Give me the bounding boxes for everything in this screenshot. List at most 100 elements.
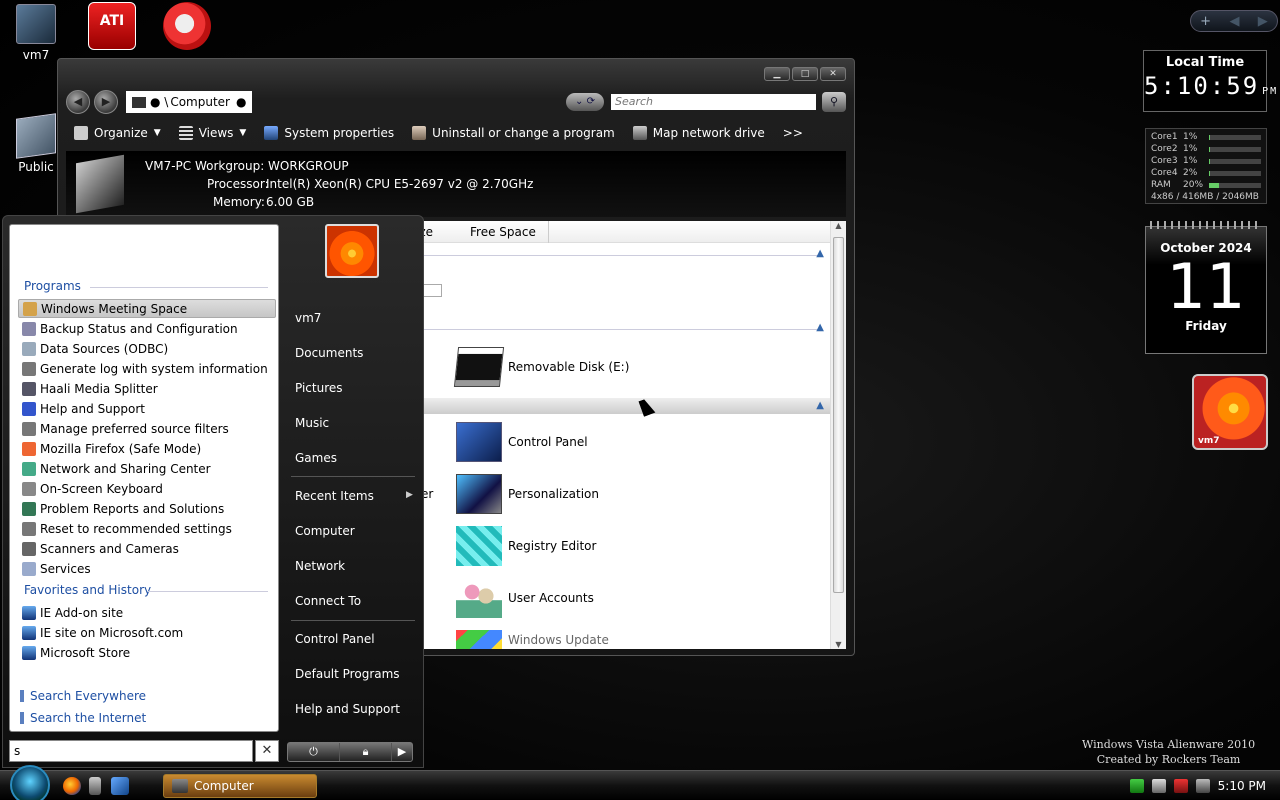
- scroll-thumb[interactable]: [833, 237, 844, 593]
- minimize-button[interactable]: ▁: [764, 67, 790, 81]
- device-tray-icon[interactable]: [1151, 779, 1166, 793]
- taskbar-button-computer[interactable]: Computer: [163, 774, 317, 798]
- clock-gadget[interactable]: Local Time 5:10:59 PM: [1143, 50, 1276, 112]
- show-desktop-icon[interactable]: [89, 777, 101, 795]
- program-item[interactable]: Reset to recommended settings: [18, 519, 276, 538]
- uninstall-program-button[interactable]: Uninstall or change a program: [412, 126, 615, 140]
- clear-search-button[interactable]: ✕: [255, 740, 279, 762]
- desktop-icon-vm7[interactable]: vm7: [0, 4, 72, 62]
- security-tray-icon[interactable]: [1173, 779, 1188, 793]
- user-picture[interactable]: [325, 224, 379, 278]
- add-gadget-icon[interactable]: +: [1200, 14, 1211, 29]
- start-button[interactable]: [10, 765, 50, 800]
- collapse-icon[interactable]: ▲: [816, 248, 824, 259]
- maximize-button[interactable]: □: [792, 67, 818, 81]
- cpu-meter-row: Core3 1%: [1151, 155, 1261, 167]
- place-default-programs[interactable]: Default Programs: [295, 667, 400, 681]
- power-icon[interactable]: ⏻: [288, 743, 340, 761]
- processor-label: Processor:: [207, 177, 269, 191]
- address-bar[interactable]: ● \ Computer ●: [126, 91, 252, 113]
- forward-button[interactable]: ▶: [94, 90, 118, 114]
- registry-editor-icon: [456, 526, 502, 566]
- program-item[interactable]: Services: [18, 559, 276, 578]
- user-tile-gadget[interactable]: vm7: [1192, 374, 1268, 450]
- place-computer[interactable]: Computer: [295, 524, 355, 538]
- cpu-meter-fill: [1209, 134, 1210, 140]
- place-user[interactable]: vm7: [295, 311, 321, 325]
- item-windows-update[interactable]: Windows Update: [456, 630, 609, 649]
- program-item[interactable]: On-Screen Keyboard: [18, 479, 276, 498]
- search-internet-link[interactable]: Search the Internet: [20, 711, 146, 725]
- previous-icon[interactable]: ◀: [1229, 14, 1239, 29]
- item-removable-disk[interactable]: Removable Disk (E:): [453, 347, 629, 387]
- favorite-item[interactable]: IE Add-on site: [18, 603, 276, 622]
- collapse-icon[interactable]: ▲: [816, 322, 824, 333]
- vertical-scrollbar[interactable]: ▲ ▼: [830, 221, 846, 649]
- back-button[interactable]: ◀: [66, 90, 90, 114]
- program-icon: [22, 481, 36, 496]
- place-music[interactable]: Music: [295, 416, 329, 430]
- favorite-item[interactable]: Microsoft Store: [18, 643, 276, 662]
- search-icon[interactable]: ⚲: [822, 92, 846, 112]
- shutdown-options-icon[interactable]: ▶: [392, 743, 412, 761]
- place-network[interactable]: Network: [295, 559, 345, 573]
- volume-muted-icon[interactable]: [1195, 779, 1210, 793]
- program-item[interactable]: Windows Meeting Space: [18, 299, 276, 318]
- favorite-item[interactable]: IE site on Microsoft.com: [18, 623, 276, 642]
- column-free-space[interactable]: Free Space: [470, 225, 536, 239]
- system-properties-label: System properties: [284, 126, 395, 140]
- place-documents[interactable]: Documents: [295, 346, 363, 360]
- item-registry-editor[interactable]: Registry Editor: [456, 526, 596, 566]
- program-item[interactable]: Data Sources (ODBC): [18, 339, 276, 358]
- program-label: Help and Support: [40, 401, 145, 416]
- scroll-up-icon[interactable]: ▲: [831, 221, 846, 230]
- place-control-panel[interactable]: Control Panel: [295, 632, 375, 646]
- program-item[interactable]: Network and Sharing Center: [18, 459, 276, 478]
- lock-icon[interactable]: 🔒︎: [340, 743, 392, 761]
- favorites-section-title: Favorites and History: [24, 583, 152, 597]
- address-dropdown-icon[interactable]: ●: [236, 95, 246, 109]
- program-item[interactable]: Help and Support: [18, 399, 276, 418]
- item-personalization[interactable]: Personalization: [456, 474, 599, 514]
- ati-radeon-icon[interactable]: ATI: [88, 2, 136, 50]
- close-button[interactable]: ✕: [820, 67, 846, 81]
- search-input[interactable]: Search: [611, 94, 816, 110]
- place-help-support[interactable]: Help and Support: [295, 702, 400, 716]
- next-icon[interactable]: ▶: [1258, 14, 1268, 29]
- network-tray-icon[interactable]: [1129, 779, 1144, 793]
- place-recent-items[interactable]: Recent Items: [295, 489, 374, 503]
- firefox-icon[interactable]: [63, 777, 81, 795]
- search-everywhere-link[interactable]: Search Everywhere: [20, 689, 146, 703]
- scroll-down-icon[interactable]: ▼: [831, 640, 846, 649]
- refresh-icon[interactable]: ⌄ ⟳: [566, 93, 604, 111]
- collapse-icon[interactable]: ▲: [816, 400, 824, 411]
- memory-value: 6.00 GB: [266, 195, 315, 209]
- ccleaner-icon[interactable]: [163, 2, 211, 50]
- program-item[interactable]: Scanners and Cameras: [18, 539, 276, 558]
- place-connect-to[interactable]: Connect To: [295, 594, 361, 608]
- program-item[interactable]: Mozilla Firefox (Safe Mode): [18, 439, 276, 458]
- program-item[interactable]: Haali Media Splitter: [18, 379, 276, 398]
- cpu-meter-percent: 20%: [1183, 180, 1204, 190]
- organize-button[interactable]: Organize ▼: [74, 126, 161, 140]
- program-item[interactable]: Backup Status and Configuration: [18, 319, 276, 338]
- switch-windows-icon[interactable]: [111, 777, 129, 795]
- item-control-panel[interactable]: Control Panel: [456, 422, 588, 462]
- place-games[interactable]: Games: [295, 451, 337, 465]
- group-header-other[interactable]: [406, 398, 836, 414]
- program-icon: [22, 361, 36, 376]
- program-item[interactable]: Manage preferred source filters: [18, 419, 276, 438]
- program-item[interactable]: Generate log with system information: [18, 359, 276, 378]
- views-button[interactable]: Views ▼: [178, 126, 246, 140]
- program-item[interactable]: Problem Reports and Solutions: [18, 499, 276, 518]
- start-search-input[interactable]: s: [9, 740, 253, 762]
- cpu-meter-gadget[interactable]: Core1 1% Core2 1% Core3 1% Core4 2% RAM 20% 4x86 …: [1145, 128, 1267, 204]
- tray-clock[interactable]: 5:10 PM: [1218, 779, 1266, 793]
- system-properties-button[interactable]: System properties: [264, 126, 394, 140]
- place-pictures[interactable]: Pictures: [295, 381, 343, 395]
- map-network-drive-button[interactable]: Map network drive: [632, 126, 765, 140]
- program-label: Scanners and Cameras: [40, 541, 179, 556]
- calendar-gadget[interactable]: October 2024 11 Friday: [1145, 221, 1267, 354]
- more-commands-button[interactable]: >>: [783, 126, 803, 140]
- item-user-accounts[interactable]: User Accounts: [456, 578, 594, 618]
